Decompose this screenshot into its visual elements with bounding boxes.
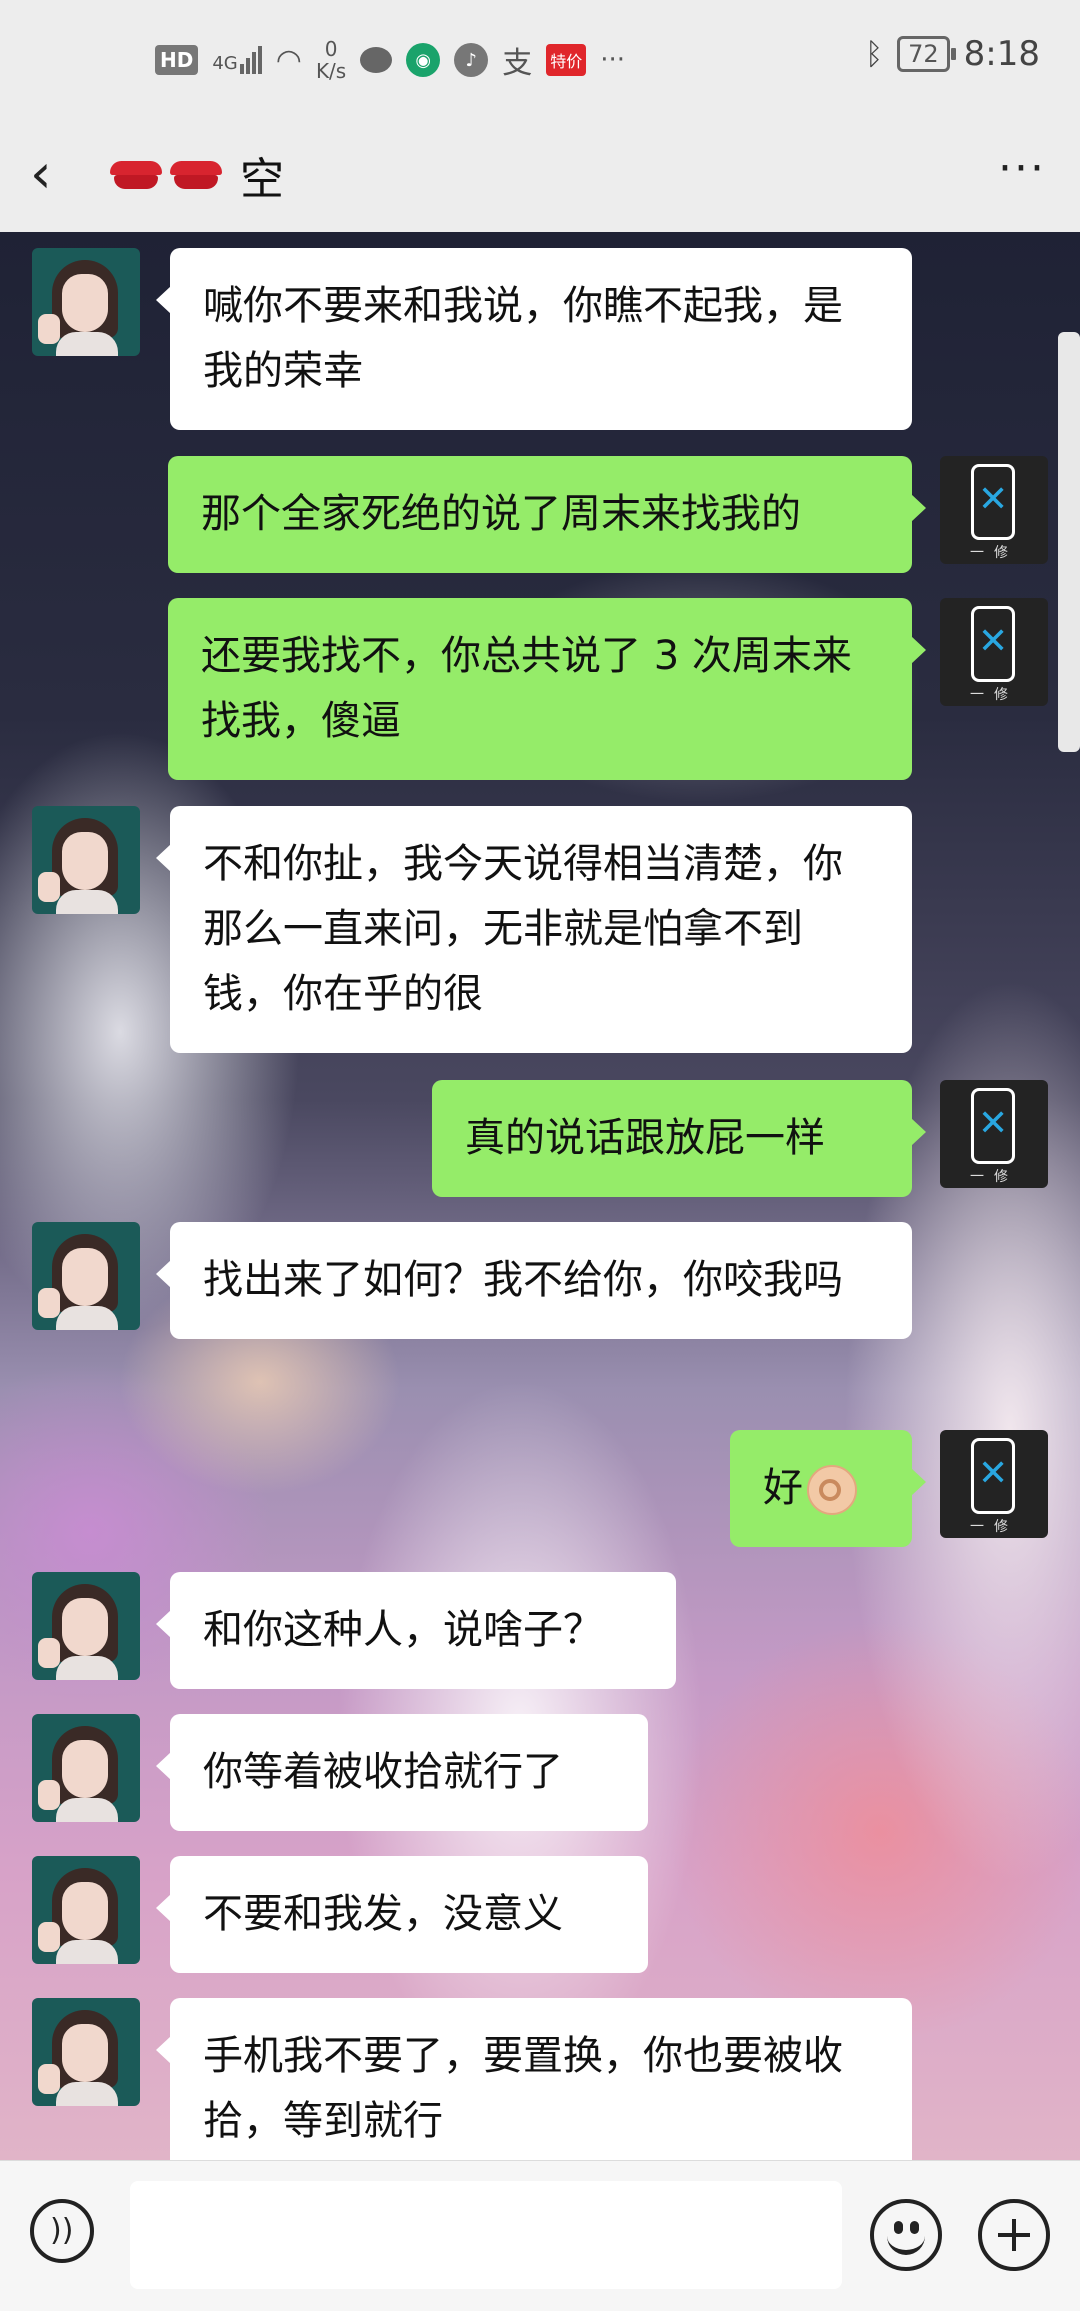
battery-icon: 72 <box>897 36 956 72</box>
chat-title: 空 <box>110 140 284 210</box>
message-bubble[interactable]: 真的说话跟放屁一样 <box>432 1080 926 1197</box>
more-dots-icon: ··· <box>998 143 1046 194</box>
emoji-button[interactable] <box>870 2199 942 2271</box>
message-bubble[interactable]: 喊你不要来和我说，你瞧不起我，是我的荣幸 <box>156 248 912 430</box>
message-bubble[interactable]: 找出来了如何？我不给你，你咬我吗 <box>156 1222 912 1339</box>
contact-avatar[interactable] <box>32 248 140 356</box>
status-bar: HD 4G ◠ 0 K/s ◉ ♪ 支 特价 ··· ᛒ 72 8:18 <box>0 0 1080 120</box>
alipay-icon: 支 <box>502 46 533 81</box>
back-chevron-icon: ‹ <box>30 142 52 205</box>
contact-avatar[interactable] <box>32 1572 140 1680</box>
more-options-button[interactable]: ··· <box>992 142 1052 206</box>
contact-avatar[interactable] <box>32 1714 140 1822</box>
ok-hand-emoji-icon <box>807 1465 857 1515</box>
voice-wave-icon: )) <box>50 2213 74 2248</box>
wrench-icon: ✕ <box>978 1103 1009 1144</box>
contact-avatar[interactable] <box>32 1998 140 2106</box>
wrench-icon: ✕ <box>978 479 1009 520</box>
smiley-face-icon <box>894 2221 903 2234</box>
message-bubble[interactable]: 还要我找不，你总共说了 3 次周末来找我，傻逼 <box>168 598 926 780</box>
sale-app-icon: 特价 <box>546 44 587 76</box>
audio-icon: ♪ <box>454 43 489 77</box>
wifi-icon: ◠ <box>275 42 302 78</box>
message-bubble[interactable]: 和你这种人，说啥子？ <box>156 1572 676 1689</box>
hd-icon: HD <box>155 45 199 75</box>
message-bubble[interactable]: 你等着被收拾就行了 <box>156 1714 648 1831</box>
input-toolbar: )) <box>0 2160 1080 2311</box>
status-icons-right: ᛒ 72 8:18 <box>865 34 1040 74</box>
contact-avatar[interactable] <box>32 806 140 914</box>
chat-header: ‹ 空 ··· <box>0 120 1080 232</box>
voice-input-button[interactable]: )) <box>30 2199 94 2263</box>
contact-name: 空 <box>240 154 284 205</box>
wrench-icon: ✕ <box>978 1453 1009 1494</box>
chat-bubble-icon <box>360 47 393 73</box>
my-avatar[interactable]: ✕ 一修 <box>940 1430 1048 1538</box>
app-notification-icon: ◉ <box>406 43 441 77</box>
my-avatar[interactable]: ✕ 一修 <box>940 1080 1048 1188</box>
my-avatar[interactable]: ✕ 一修 <box>940 456 1048 564</box>
more-functions-button[interactable] <box>978 2199 1050 2271</box>
chat-message-list[interactable]: 喊你不要来和我说，你瞧不起我，是我的荣幸 那个全家死绝的说了周末来找我的 ✕ 一… <box>0 232 1080 2160</box>
message-bubble[interactable]: 那个全家死绝的说了周末来找我的 <box>168 456 926 573</box>
message-input[interactable] <box>130 2181 842 2289</box>
contact-avatar[interactable] <box>32 1856 140 1964</box>
message-bubble[interactable]: 好 <box>730 1430 926 1547</box>
scrollbar[interactable] <box>1058 332 1080 752</box>
message-bubble[interactable]: 不要和我发，没意义 <box>156 1856 648 1973</box>
cellular-signal-icon: 4G <box>212 46 262 74</box>
status-icons-left: HD 4G ◠ 0 K/s ◉ ♪ 支 特价 ··· <box>155 38 625 82</box>
contact-avatar[interactable] <box>32 1222 140 1330</box>
wrench-icon: ✕ <box>978 621 1009 662</box>
bluetooth-icon: ᛒ <box>865 36 884 72</box>
message-bubble[interactable]: 手机我不要了，要置换，你也要被收拾，等到就行 <box>156 1998 912 2160</box>
message-bubble[interactable]: 不和你扯，我今天说得相当清楚，你那么一直来问，无非就是怕拿不到钱，你在乎的很 <box>156 806 912 1053</box>
network-speed: 0 K/s <box>315 37 347 83</box>
lips-emoji-icon <box>170 157 222 193</box>
back-button[interactable]: ‹ <box>30 142 80 206</box>
clock: 8:18 <box>963 34 1040 74</box>
lips-emoji-icon <box>110 157 162 193</box>
more-notifications-icon: ··· <box>600 45 626 75</box>
my-avatar[interactable]: ✕ 一修 <box>940 598 1048 706</box>
